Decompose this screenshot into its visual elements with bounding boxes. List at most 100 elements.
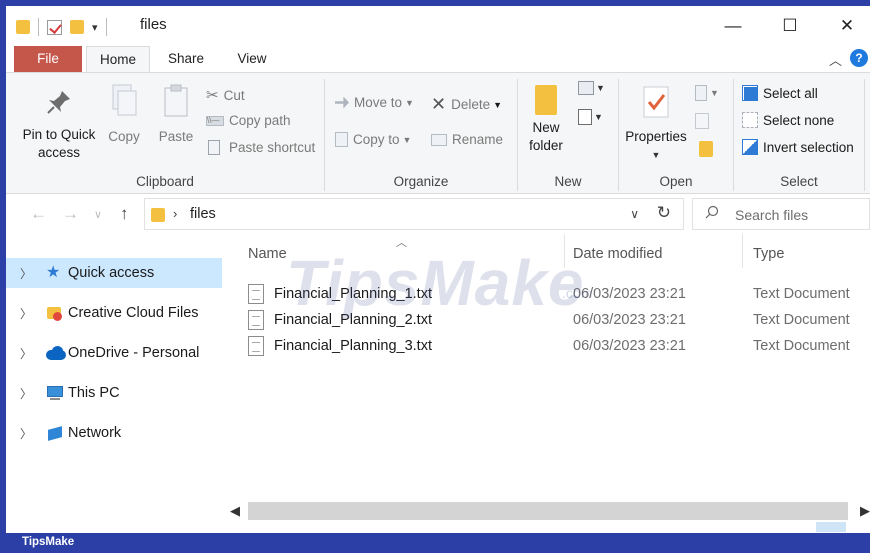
copy-to-label: Copy to [353,132,400,147]
select-group: Select all Select none Invert selection … [734,73,864,193]
star-icon: ★ [46,264,61,281]
network-icon [46,425,64,441]
delete-x-icon: ✕ [431,94,447,114]
details-view-toggle[interactable] [816,522,846,532]
tab-file[interactable]: File [14,46,82,72]
open-group: Properties ▼ ▼ Open [619,73,733,193]
open-dropdown-icon: ▼ [710,88,719,98]
scroll-right-arrow-icon[interactable]: ▶ [860,503,870,519]
history-button[interactable] [699,141,713,157]
rename-button[interactable]: Rename [431,132,503,147]
search-input[interactable]: Search files [692,198,870,230]
branding-label: TipsMake [22,536,75,548]
copy-to-button[interactable]: Copy to ▼ [335,132,411,147]
file-type: Text Document [753,286,850,302]
pin-icon [47,91,70,114]
delete-button[interactable]: ✕ Delete ▼ [431,94,502,115]
copy-path-icon: \\— [206,115,224,126]
open-group-label: Open [659,174,693,189]
copy-path-button[interactable]: \\— Copy path [206,113,291,128]
refresh-icon[interactable]: ↻ [657,203,671,223]
column-header-type[interactable]: Type [753,246,784,262]
organize-group: Move to ▼ Copy to ▼ ✕ Delete ▼ Rename Or… [325,73,517,193]
address-history-dropdown-icon[interactable]: ∨ [630,207,639,221]
watermark-logo: TipsMake [286,247,585,319]
cut-button[interactable]: ✂ Cut [206,86,245,104]
move-to-button[interactable]: Move to ▼ [335,95,414,110]
paste-shortcut-label: Paste shortcut [229,140,316,155]
toolbar-divider [105,18,107,36]
open-with-button[interactable]: ▼ [695,85,719,101]
column-header-name[interactable]: Name [248,246,287,262]
nav-item-this-pc[interactable]: 〉 This PC [6,378,222,408]
nav-item-onedrive-personal[interactable]: 〉 OneDrive - Personal [6,338,222,368]
expand-chevron-icon[interactable]: 〉 [20,425,40,442]
new-item-dropdown-icon: ▼ [596,83,605,93]
new-group-label: New [554,174,582,189]
window-title: files [140,16,167,33]
minimize-button[interactable]: — [710,12,756,40]
nav-item-label: Network [68,425,122,441]
pin-to-quick-access-button[interactable]: Pin to Quick access [16,87,102,162]
paste-shortcut-button[interactable]: Paste shortcut [208,140,315,155]
scroll-left-arrow-icon[interactable]: ◀ [230,503,240,519]
forward-arrow-icon[interactable]: → [62,204,79,224]
expand-chevron-icon[interactable]: 〉 [20,265,40,282]
computer-icon [46,385,64,401]
scissors-icon: ✂ [206,87,219,104]
up-arrow-icon[interactable]: ↑ [120,204,129,224]
nav-item-label: This PC [68,385,120,401]
nav-item-creative-cloud-files[interactable]: 〉 Creative Cloud Files [6,298,222,328]
properties-button[interactable]: Properties ▼ [621,85,691,164]
paste-button[interactable]: Paste [154,83,198,146]
select-none-button[interactable]: Select none [742,112,834,128]
column-header-date-modified[interactable]: Date modified [573,246,662,262]
breadcrumb-chevron-icon[interactable]: › [173,206,177,221]
edit-button[interactable] [695,113,709,129]
new-folder-button[interactable]: New folder [524,85,568,155]
address-input[interactable]: › files ∨ ↻ [144,198,684,230]
select-all-button[interactable]: Select all [742,85,818,101]
properties-dropdown-icon: ▼ [651,150,661,160]
paste-clipboard-icon [164,84,188,117]
select-all-icon [742,85,758,101]
nav-item-network[interactable]: 〉 Network [6,418,222,448]
horizontal-scrollbar[interactable]: ◀ ▶ [224,498,870,524]
properties-checkmark-icon[interactable] [47,19,62,35]
scrollbar-thumb[interactable] [248,502,848,520]
copy-to-dropdown-icon: ▼ [402,134,412,145]
copy-icon [112,84,137,116]
new-folder-icon[interactable] [70,20,84,34]
paste-label: Paste [158,129,194,144]
new-group: New folder ▼ ▼ New [518,73,618,193]
maximize-button[interactable]: ☐ [767,12,813,40]
pin-label-line2: access [37,145,81,160]
file-date-modified: 06/03/2023 23:21 [573,338,686,354]
customize-toolbar-dropdown-icon[interactable]: ▾ [92,21,98,34]
tab-view[interactable]: View [224,46,280,72]
collapse-ribbon-icon[interactable]: ︿ [829,50,842,69]
tab-home[interactable]: Home [86,46,150,72]
search-placeholder: Search files [735,207,809,223]
copy-button[interactable]: Copy [102,83,146,146]
nav-item-quick-access[interactable]: 〉 ★ Quick access [6,258,222,288]
expand-chevron-icon[interactable]: 〉 [20,305,40,322]
tab-share[interactable]: Share [156,46,216,72]
easy-access-button[interactable]: ▼ [578,109,603,125]
help-icon[interactable]: ? [850,49,868,67]
move-to-label: Move to [354,95,403,110]
close-button[interactable]: ✕ [824,12,870,40]
invert-selection-button[interactable]: Invert selection [742,139,854,155]
new-item-button[interactable]: ▼ [578,81,605,95]
breadcrumb-files[interactable]: files [190,206,216,222]
column-divider[interactable] [742,234,743,268]
properties-label: Properties [625,129,687,144]
expand-chevron-icon[interactable]: 〉 [20,385,40,402]
properties-icon [643,86,669,118]
expand-chevron-icon[interactable]: 〉 [20,345,40,362]
ribbon: Pin to Quick access Copy Paste ✂ Cut \\—… [6,72,870,194]
file-row[interactable]: Financial_Planning_3.txt 06/03/2023 23:2… [244,334,864,360]
back-arrow-icon[interactable]: ← [30,204,47,224]
select-all-label: Select all [763,85,818,101]
recent-locations-chevron-icon[interactable]: ∨ [94,208,102,221]
